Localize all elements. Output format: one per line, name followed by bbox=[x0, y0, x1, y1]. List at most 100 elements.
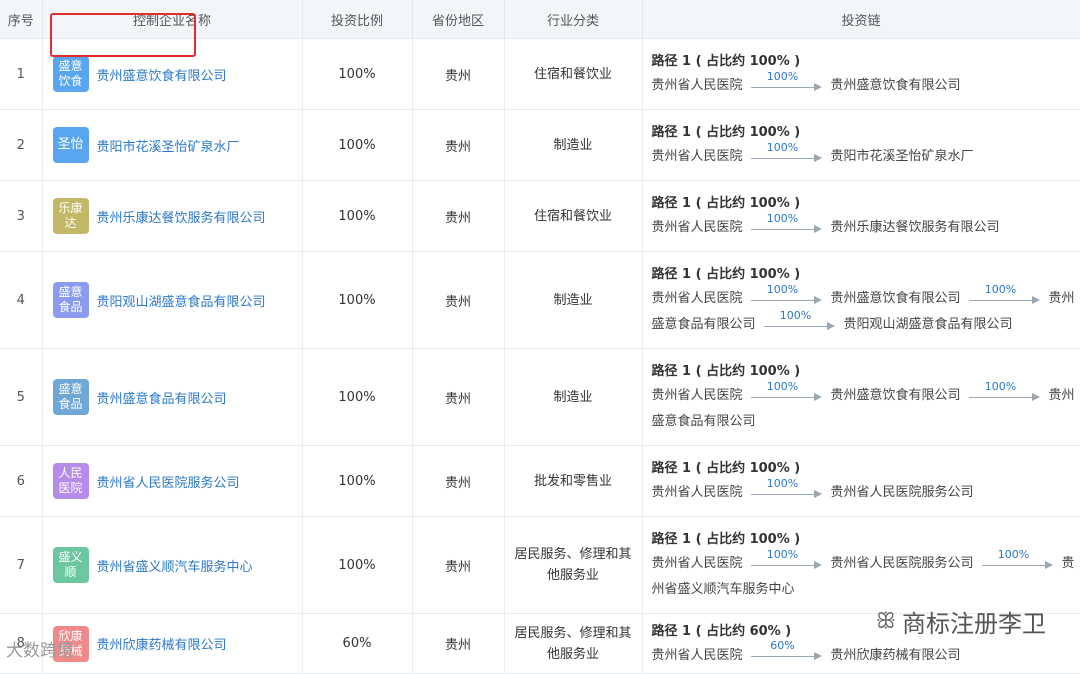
region-cell: 贵州 bbox=[412, 516, 505, 614]
ratio-cell: 100% bbox=[302, 109, 413, 181]
chain-entity[interactable]: 贵州欣康药械有限公司 bbox=[831, 648, 961, 663]
company-name-link[interactable]: 贵州省人民医院服务公司 bbox=[97, 476, 240, 491]
company-cell: 圣怡 贵阳市花溪圣怡矿泉水厂 bbox=[42, 109, 303, 181]
industry-cell: 居民服务、修理和其他服务业 bbox=[504, 516, 643, 614]
region-cell: 贵州 bbox=[412, 348, 505, 446]
chain-percent: 60% bbox=[770, 639, 795, 652]
highlight-box bbox=[50, 13, 196, 57]
company-cell: 欣康 药械 贵州欣康药械有限公司 bbox=[42, 613, 303, 674]
watermark-text: 商标注册李卫 bbox=[902, 610, 1046, 638]
chain-entity[interactable]: 贵州省人民医院 bbox=[652, 149, 743, 164]
chain-entity[interactable]: 贵州省人民医院 bbox=[652, 388, 743, 403]
table-row: 2 圣怡 贵阳市花溪圣怡矿泉水厂 100% 贵州 制造业 路径 1 ( 占比约 100% )… bbox=[0, 109, 1080, 181]
chain-entity[interactable]: 贵阳观山湖盛意食品有限公司 bbox=[844, 317, 1013, 332]
company-name-link[interactable]: 贵阳市花溪圣怡矿泉水厂 bbox=[97, 140, 240, 155]
arrow-icon: 100% bbox=[750, 380, 823, 402]
industry-cell: 住宿和餐饮业 bbox=[504, 180, 643, 252]
chain-line: 贵州省人民医院 100% 贵州省人民医院服务公司 bbox=[652, 477, 1080, 506]
industry-cell: 制造业 bbox=[504, 251, 643, 349]
row-index: 7 bbox=[0, 516, 43, 614]
chain-entity[interactable]: 盛意食品有限公司 bbox=[652, 414, 756, 429]
chain-cell: 路径 1 ( 占比约 100% ) 贵州省人民医院 100% 贵州省人民医院服务公司 bbox=[642, 445, 1080, 517]
chain-entity[interactable]: 盛意食品有限公司 bbox=[652, 317, 756, 332]
path-title: 路径 1 ( 占比约 100% ) bbox=[651, 196, 801, 211]
industry-cell: 制造业 bbox=[504, 348, 643, 446]
company-logo: 盛意 食品 bbox=[52, 379, 89, 415]
arrow-icon: 100% bbox=[763, 309, 836, 331]
chain-line: 贵州省人民医院 60% 贵州欣康药械有限公司 bbox=[652, 639, 1080, 669]
chain-entity[interactable]: 贵州乐康达餐饮服务有限公司 bbox=[831, 220, 1000, 235]
header-ratio: 投资比例 bbox=[302, 0, 413, 39]
chain-entity[interactable]: 贵州 bbox=[1049, 388, 1075, 403]
chain-line: 州省盛义顺汽车服务中心 bbox=[652, 577, 1080, 603]
industry-cell: 制造业 bbox=[504, 109, 643, 181]
ratio-cell: 100% bbox=[302, 180, 413, 252]
chain-entity[interactable]: 贵州省人民医院 bbox=[652, 291, 743, 306]
chain-entity[interactable]: 贵州省人民医院服务公司 bbox=[831, 556, 974, 571]
chain-percent: 100% bbox=[779, 308, 812, 322]
company-cell: 盛意 食品 贵阳观山湖盛意食品有限公司 bbox=[42, 251, 303, 349]
row-index: 5 bbox=[0, 348, 43, 446]
watermark: ꕥ 商标注册李卫 bbox=[876, 604, 1046, 639]
company-name-link[interactable]: 贵州欣康药械有限公司 bbox=[97, 638, 227, 653]
chain-percent: 100% bbox=[766, 69, 799, 83]
arrow-icon: 100% bbox=[968, 380, 1041, 402]
company-name-link[interactable]: 贵州盛意食品有限公司 bbox=[97, 392, 227, 407]
arrow-icon: 100% bbox=[750, 477, 823, 499]
header-region: 省份地区 bbox=[412, 0, 505, 39]
investment-table: 序号 控制企业名称 投资比例 省份地区 行业分类 投资链 1 盛意 饮食 贵州盛意饮食… bbox=[0, 0, 1080, 674]
company-logo: 盛义顺 bbox=[52, 547, 89, 583]
company-logo: 乐康达 bbox=[52, 198, 89, 234]
row-index: 1 bbox=[0, 38, 43, 110]
company-name-link[interactable]: 贵州盛意饮食有限公司 bbox=[97, 69, 227, 84]
company-logo: 圣怡 bbox=[52, 127, 89, 163]
chain-line: 盛意食品有限公司 100% 贵阳观山湖盛意食品有限公司 bbox=[652, 309, 1080, 338]
chain-entity[interactable]: 贵州盛意饮食有限公司 bbox=[831, 291, 961, 306]
chain-entity[interactable]: 贵 bbox=[1062, 556, 1075, 571]
watermark-secondary: 大数跨境 bbox=[6, 641, 74, 661]
company-logo: 盛意 食品 bbox=[52, 282, 89, 318]
chain-line: 贵州省人民医院 100% 贵州省人民医院服务公司 100% 贵 bbox=[652, 547, 1080, 577]
ratio-cell: 100% bbox=[302, 445, 413, 517]
chain-entity[interactable]: 贵州 bbox=[1049, 291, 1075, 306]
chain-percent: 100% bbox=[766, 211, 799, 225]
chain-entity[interactable]: 贵州省人民医院 bbox=[652, 556, 743, 571]
chain-percent: 100% bbox=[766, 140, 799, 154]
arrow-icon: 100% bbox=[750, 212, 823, 234]
chain-entity[interactable]: 贵州盛意饮食有限公司 bbox=[831, 388, 961, 403]
chain-line: 贵州省人民医院 100% 贵州盛意饮食有限公司 100% 贵州 bbox=[652, 380, 1080, 409]
chain-entity[interactable]: 贵州省人民医院 bbox=[652, 220, 743, 235]
table-row: 3 乐康达贵州乐康达餐饮服务有限公司 100% 贵州 住宿和餐饮业 路径 1 ( 占比约 … bbox=[0, 180, 1080, 252]
ratio-cell: 100% bbox=[302, 348, 413, 446]
chain-entity[interactable]: 州省盛义顺汽车服务中心 bbox=[652, 582, 795, 597]
chain-percent: 100% bbox=[997, 547, 1030, 561]
path-title: 路径 1 ( 占比约 100% ) bbox=[651, 461, 801, 476]
chain-entity[interactable]: 贵阳市花溪圣怡矿泉水厂 bbox=[831, 149, 974, 164]
chain-cell: 路径 1 ( 占比约 100% ) 贵州省人民医院 100% 贵州盛意饮食有限公司 10… bbox=[642, 251, 1080, 349]
company-name-link[interactable]: 贵州乐康达餐饮服务有限公司 bbox=[97, 211, 266, 226]
arrow-icon: 100% bbox=[981, 548, 1054, 570]
chain-percent: 100% bbox=[984, 282, 1017, 296]
row-index: 2 bbox=[0, 109, 43, 181]
chain-entity[interactable]: 贵州盛意饮食有限公司 bbox=[831, 78, 961, 93]
table-row: 7 盛义顺贵州省盛义顺汽车服务中心 100% 贵州 居民服务、修理和其他服务业 路径 1 … bbox=[0, 516, 1080, 614]
row-index: 3 bbox=[0, 180, 43, 252]
chain-percent: 100% bbox=[766, 547, 799, 561]
header-industry: 行业分类 bbox=[504, 0, 643, 39]
arrow-icon: 100% bbox=[750, 141, 823, 163]
row-index: 6 bbox=[0, 445, 43, 517]
arrow-icon: 100% bbox=[750, 283, 823, 305]
chain-entity[interactable]: 贵州省人民医院 bbox=[652, 648, 743, 663]
chain-percent: 100% bbox=[766, 379, 799, 393]
table-row: 4 盛意 食品 贵阳观山湖盛意食品有限公司 100% 贵州 制造业 路径 1 ( 占比约 10… bbox=[0, 251, 1080, 349]
company-logo: 盛意 饮食 bbox=[52, 56, 89, 92]
chain-entity[interactable]: 贵州省人民医院服务公司 bbox=[831, 485, 974, 500]
industry-cell: 住宿和餐饮业 bbox=[504, 38, 643, 110]
chain-entity[interactable]: 贵州省人民医院 bbox=[652, 78, 743, 93]
company-logo: 人民 医院 bbox=[52, 463, 89, 499]
chain-entity[interactable]: 贵州省人民医院 bbox=[652, 485, 743, 500]
company-name-link[interactable]: 贵阳观山湖盛意食品有限公司 bbox=[97, 295, 266, 310]
header-chain: 投资链 bbox=[642, 0, 1080, 39]
chain-cell: 路径 1 ( 占比约 100% ) 贵州省人民医院 100% 贵州盛意饮食有限公司 10… bbox=[642, 348, 1080, 446]
company-name-link[interactable]: 贵州省盛义顺汽车服务中心 bbox=[97, 560, 253, 575]
